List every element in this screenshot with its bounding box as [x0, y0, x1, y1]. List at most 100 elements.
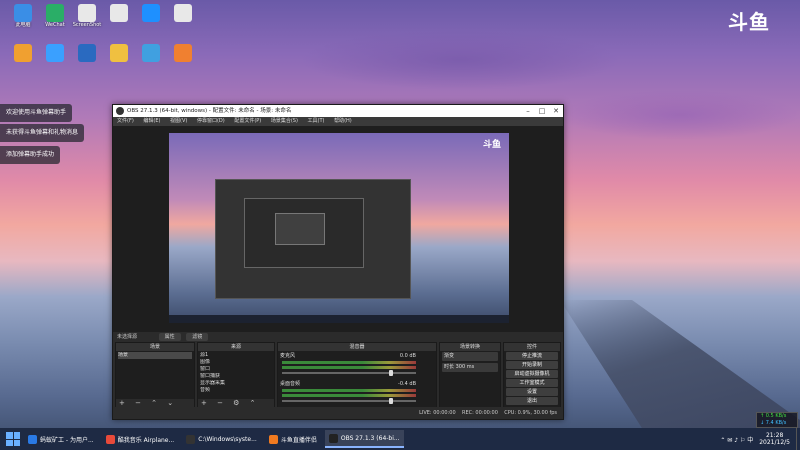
desktop-icon[interactable]: WeChat — [38, 4, 72, 29]
source-toolbar: 未选择源 属性 滤镜 — [113, 332, 563, 342]
source-item[interactable]: 窗口 — [200, 366, 272, 373]
duration-value: 300 ms — [455, 364, 475, 370]
volume-slider-knob[interactable] — [389, 398, 394, 404]
sources-toolbar[interactable]: + − ⚙ ⌃ ⌄ — [198, 399, 274, 415]
transition-type-select[interactable]: 渐变 — [442, 352, 498, 361]
studio-mode-button[interactable]: 工作室模式 — [506, 379, 558, 387]
taskbar-app[interactable]: C:\Windows\syste... — [182, 430, 261, 448]
app-icon — [46, 4, 64, 22]
transitions-body: 渐变 时长 300 ms — [440, 351, 500, 407]
virtual-camera-button[interactable]: 启动虚拟摄像机 — [506, 370, 558, 378]
desktop-icon-label — [166, 22, 200, 29]
controls-title: 控件 — [504, 343, 560, 351]
menu-scene-collection[interactable]: 场景集合(S) — [271, 118, 298, 124]
scenes-toolbar[interactable]: + − ⌃ ⌄ — [116, 399, 194, 407]
volume-meter — [282, 366, 416, 369]
taskbar-app-label: 蚂蚁矿工 - 为用户... — [40, 436, 94, 444]
taskbar-app[interactable]: 斗鱼直播伴侣 — [265, 430, 321, 448]
desktop-icon[interactable] — [166, 4, 200, 29]
exit-button[interactable]: 退出 — [506, 397, 558, 405]
source-item[interactable]: 音频 — [200, 387, 272, 394]
desktop-icon[interactable] — [38, 44, 72, 69]
desktop-icon[interactable] — [70, 44, 104, 69]
menu-file[interactable]: 文件(F) — [117, 118, 134, 124]
taskbar-app[interactable]: 酷我音乐 Airplane... — [102, 430, 179, 448]
tray-icons[interactable]: ⌃ ✉ ♪ ⚐ 中 — [720, 435, 753, 444]
upload-speed: ↑ 0.5 KB/s — [760, 413, 787, 419]
properties-button[interactable]: 属性 — [158, 333, 181, 341]
source-item[interactable]: 图像 — [200, 359, 272, 366]
source-item[interactable]: 显示器采集 — [200, 380, 272, 387]
volume-slider-knob[interactable] — [389, 370, 394, 376]
filters-button[interactable]: 滤镜 — [186, 333, 209, 341]
notification[interactable]: 欢迎使用斗鱼弹幕助手 — [0, 104, 73, 122]
desktop-icon[interactable] — [102, 44, 136, 69]
desktop-icon[interactable] — [102, 4, 136, 29]
transition-duration[interactable]: 时长 300 ms — [442, 363, 498, 372]
obs-statusbar: LIVE: 00:00:00 REC: 00:00:00 CPU: 0.9%, … — [113, 407, 563, 419]
menu-tools[interactable]: 工具(T) — [308, 118, 325, 124]
desktop-icon[interactable]: ScreenShot — [70, 4, 104, 29]
volume-slider[interactable] — [282, 398, 416, 404]
download-speed: ↓ 7.4 KB/s — [760, 420, 787, 426]
scene-item[interactable]: 场景 — [118, 352, 192, 359]
transitions-dock: 场景转换 渐变 时长 300 ms — [439, 342, 501, 408]
desktop-icon[interactable] — [134, 4, 168, 29]
clock[interactable]: 21:28 2021/12/5 — [759, 432, 790, 446]
mixer-body: 麦克风 0.0 dB 桌面音频 -0.4 dB — [278, 351, 436, 407]
channel-db: -0.4 dB — [398, 381, 416, 387]
app-icon — [46, 44, 64, 62]
maximize-icon[interactable]: □ — [535, 105, 549, 117]
taskbar-app-label: C:\Windows\syste... — [198, 435, 257, 443]
desktop-icon-label — [102, 22, 136, 29]
stop-streaming-button[interactable]: 停止推流 — [506, 352, 558, 360]
close-icon[interactable]: ✕ — [549, 105, 563, 117]
source-item[interactable]: 窗口捕获 — [200, 373, 272, 380]
preview-taskbar — [169, 315, 509, 323]
app-icon — [28, 434, 37, 444]
windows-start-icon[interactable] — [6, 432, 20, 446]
show-desktop-button[interactable] — [796, 428, 800, 450]
clock-time: 21:28 — [765, 432, 784, 439]
mixer-dock: 混音器 麦克风 0.0 dB 桌面音频 -0.4 dB — [277, 342, 437, 408]
app-icon — [142, 4, 160, 22]
desktop-icon-label — [134, 62, 168, 69]
source-item[interactable]: 源1 — [200, 352, 272, 359]
preview-canvas[interactable]: 斗鱼 — [169, 133, 509, 323]
menu-docks[interactable]: 停靠窗口(D) — [197, 118, 225, 124]
desktop-icon[interactable]: 此电脑 — [6, 4, 40, 29]
mixer-channel: 麦克风 0.0 dB — [280, 352, 434, 380]
minimize-icon[interactable]: – — [521, 105, 535, 117]
app-icon — [174, 44, 192, 62]
app-icon — [110, 4, 128, 22]
sources-list: 源1 图像 窗口 窗口捕获 显示器采集 音频 — [198, 351, 274, 399]
volume-slider[interactable] — [282, 370, 416, 376]
desktop-icon[interactable] — [6, 44, 40, 69]
sources-dock: 来源 源1 图像 窗口 窗口捕获 显示器采集 音频 + − ⚙ ⌃ ⌄ — [197, 342, 275, 415]
notification[interactable]: 添加弹幕助手成功 — [0, 146, 61, 164]
nested-preview — [275, 213, 325, 245]
settings-button[interactable]: 设置 — [506, 388, 558, 396]
app-icon — [78, 44, 96, 62]
desktop-icon[interactable] — [134, 44, 168, 69]
desktop-icon-label — [134, 22, 168, 29]
taskbar-app[interactable]: OBS 27.1.3 (64-bi... — [324, 430, 404, 448]
start-recording-button[interactable]: 开始录制 — [506, 361, 558, 369]
app-icon — [14, 4, 32, 22]
menu-profile[interactable]: 配置文件(P) — [234, 118, 261, 124]
desktop-icon-label — [166, 62, 200, 69]
scenes-dock: 场景 场景 + − ⌃ ⌄ — [115, 342, 195, 408]
wallpaper-cloud — [560, 90, 800, 140]
taskbar-app-label: 斗鱼直播伴侣 — [280, 436, 317, 444]
menu-help[interactable]: 帮助(H) — [334, 118, 352, 124]
desktop-icon-label: 此电脑 — [15, 22, 31, 28]
taskbar-app[interactable]: 蚂蚁矿工 - 为用户... — [24, 430, 98, 448]
menu-edit[interactable]: 编辑(E) — [143, 118, 160, 124]
menu-view[interactable]: 视图(V) — [170, 118, 187, 124]
desktop-icon[interactable] — [166, 44, 200, 69]
app-icon — [268, 434, 278, 444]
network-speed: ↑ 0.5 KB/s ↓ 7.4 KB/s — [756, 412, 798, 428]
obs-window[interactable]: OBS 27.1.3 (64-bit, windows) - 配置文件: 未命名… — [112, 104, 564, 420]
notification[interactable]: 未获得斗鱼弹幕和礼物消息 — [0, 124, 85, 142]
obs-titlebar[interactable]: OBS 27.1.3 (64-bit, windows) - 配置文件: 未命名… — [113, 105, 563, 117]
